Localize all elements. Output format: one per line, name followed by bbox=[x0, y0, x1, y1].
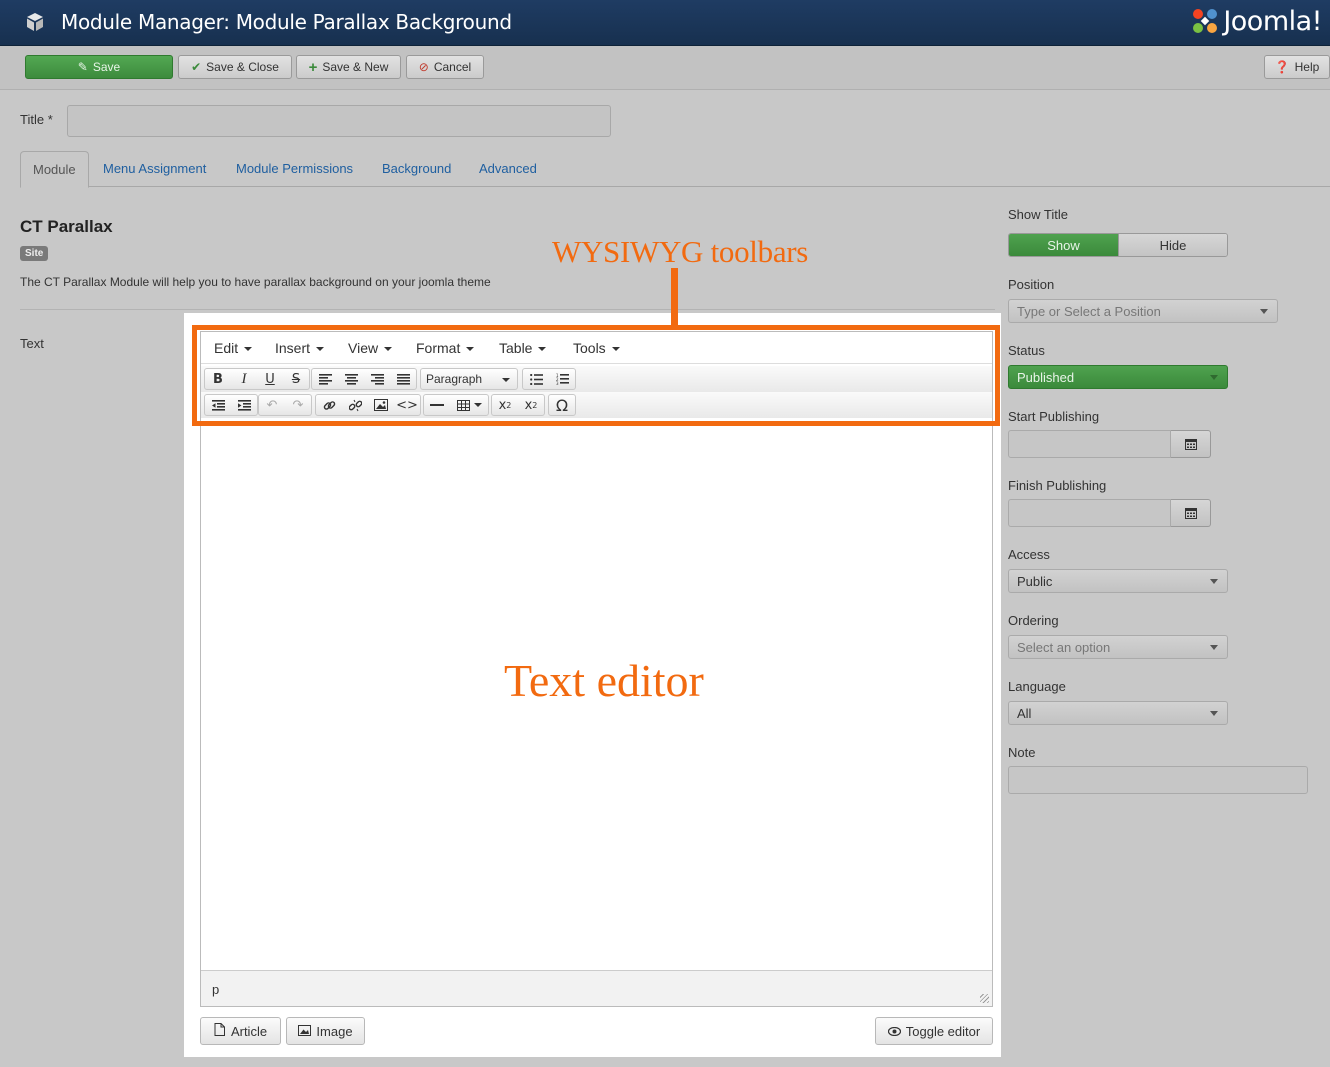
start-publishing-label: Start Publishing bbox=[1008, 409, 1100, 424]
toggle-editor-button[interactable]: Toggle editor bbox=[875, 1017, 993, 1045]
calendar-icon bbox=[1184, 439, 1197, 450]
access-select[interactable]: Public bbox=[1008, 569, 1228, 593]
position-placeholder: Type or Select a Position bbox=[1017, 304, 1161, 319]
ordering-select[interactable]: Select an option bbox=[1008, 635, 1228, 659]
position-select[interactable]: Type or Select a Position bbox=[1008, 299, 1278, 323]
help-label: Help bbox=[1294, 60, 1320, 74]
tab-module[interactable]: Module bbox=[20, 151, 89, 188]
save-close-label: Save & Close bbox=[206, 60, 279, 74]
ordering-label: Ordering bbox=[1008, 613, 1059, 628]
picture-icon bbox=[298, 1024, 312, 1039]
check-icon: ✔ bbox=[191, 60, 202, 74]
module-cube-icon bbox=[27, 13, 43, 31]
joomla-logo-icon bbox=[1193, 9, 1218, 33]
file-add-icon bbox=[214, 1023, 226, 1039]
joomla-logo[interactable]: Joomla! bbox=[1190, 4, 1322, 38]
start-calendar-button[interactable] bbox=[1171, 430, 1211, 458]
finish-publishing-input[interactable] bbox=[1008, 499, 1171, 527]
access-value: Public bbox=[1017, 574, 1053, 589]
language-select[interactable]: All bbox=[1008, 701, 1228, 725]
show-title-label: Show Title bbox=[1008, 207, 1068, 222]
edit-icon: ✎ bbox=[77, 60, 88, 74]
question-icon: ❓ bbox=[1274, 60, 1290, 74]
show-title-toggle: Show Hide bbox=[1008, 233, 1228, 257]
eye-icon bbox=[887, 1024, 901, 1039]
help-button[interactable]: ❓ Help bbox=[1264, 55, 1330, 79]
start-publishing-field bbox=[1008, 430, 1211, 458]
annotation-toolbars-label: WYSIWYG toolbars bbox=[552, 234, 809, 269]
language-value: All bbox=[1017, 706, 1032, 721]
annotation-toolbars-box bbox=[192, 325, 1000, 426]
cancel-button[interactable]: ⊘ Cancel bbox=[406, 55, 484, 79]
save-close-button[interactable]: ✔ Save & Close bbox=[178, 55, 292, 79]
dropdown-arrow-icon bbox=[1210, 711, 1218, 716]
status-value: Published bbox=[1017, 370, 1075, 385]
save-button-label: Save bbox=[92, 60, 121, 74]
annotation-connector bbox=[671, 268, 678, 325]
tab-module-permissions[interactable]: Module Permissions bbox=[224, 151, 365, 187]
note-label: Note bbox=[1008, 745, 1036, 760]
action-toolbar: ✎ Save ✔ Save & Close + Save & New ⊘ Can… bbox=[0, 46, 1330, 90]
status-select[interactable]: Published bbox=[1008, 365, 1228, 389]
tab-menu-assignment[interactable]: Menu Assignment bbox=[91, 151, 218, 187]
calendar-icon bbox=[1184, 508, 1197, 519]
article-button[interactable]: Article bbox=[200, 1017, 281, 1045]
save-button[interactable]: ✎ Save bbox=[25, 55, 173, 79]
plus-icon: + bbox=[308, 58, 318, 76]
tab-bar: Module Menu Assignment Module Permission… bbox=[20, 151, 1330, 188]
annotation-editor-label: Text editor bbox=[504, 655, 704, 706]
dropdown-arrow-icon bbox=[1260, 309, 1268, 314]
finish-publishing-field bbox=[1008, 499, 1211, 527]
site-badge: Site bbox=[20, 246, 49, 261]
dropdown-arrow-icon bbox=[1210, 579, 1218, 584]
save-new-label: Save & New bbox=[322, 60, 389, 74]
module-heading: CT Parallax bbox=[20, 217, 113, 236]
language-label: Language bbox=[1008, 679, 1066, 694]
show-option[interactable]: Show bbox=[1009, 234, 1118, 256]
logo-text: Joomla! bbox=[1223, 5, 1322, 37]
start-publishing-input[interactable] bbox=[1008, 430, 1171, 458]
access-label: Access bbox=[1008, 547, 1050, 562]
finish-calendar-button[interactable] bbox=[1171, 499, 1211, 527]
editor-statusbar: p bbox=[201, 970, 992, 1006]
divider bbox=[20, 309, 995, 310]
ordering-placeholder: Select an option bbox=[1017, 640, 1111, 655]
title-input[interactable] bbox=[67, 105, 611, 137]
status-label: Status bbox=[1008, 343, 1045, 358]
cancel-label: Cancel bbox=[433, 60, 472, 74]
header-bar: Module Manager: Module Parallax Backgrou… bbox=[0, 0, 1330, 46]
dropdown-arrow-icon bbox=[1210, 375, 1218, 380]
position-label: Position bbox=[1008, 277, 1055, 292]
title-label: Title * bbox=[20, 112, 53, 127]
module-description: The CT Parallax Module will help you to … bbox=[20, 275, 491, 289]
page-title: Module Manager: Module Parallax Backgrou… bbox=[61, 10, 512, 34]
tab-advanced[interactable]: Advanced bbox=[467, 151, 549, 187]
finish-publishing-label: Finish Publishing bbox=[1008, 478, 1107, 493]
cancel-icon: ⊘ bbox=[418, 60, 429, 74]
image-button-label: Image bbox=[316, 1023, 353, 1039]
image-button[interactable]: Image bbox=[286, 1017, 365, 1045]
note-input[interactable] bbox=[1008, 766, 1308, 794]
article-button-label: Article bbox=[230, 1023, 268, 1039]
text-label: Text bbox=[20, 336, 44, 351]
save-new-button[interactable]: + Save & New bbox=[296, 55, 401, 79]
resize-handle-icon[interactable] bbox=[980, 994, 989, 1003]
toggle-editor-label: Toggle editor bbox=[905, 1023, 981, 1039]
dropdown-arrow-icon bbox=[1210, 645, 1218, 650]
element-path[interactable]: p bbox=[212, 982, 219, 997]
tab-background[interactable]: Background bbox=[370, 151, 463, 187]
hide-option[interactable]: Hide bbox=[1118, 234, 1227, 256]
